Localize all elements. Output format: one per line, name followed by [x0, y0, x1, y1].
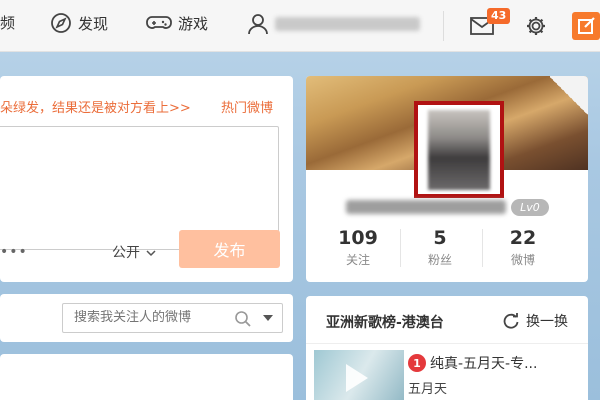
profile-username[interactable]: [346, 200, 506, 214]
music-chart-card: 亚洲新歌榜-港澳台 换一换 1 纯真-五月天-专... 五月天: [306, 296, 588, 400]
music-chart-title: 亚洲新歌榜-港澳台: [326, 315, 444, 331]
music-divider: [306, 343, 588, 344]
refresh-label: 换一换: [526, 314, 568, 330]
stat-following[interactable]: 109 关注: [321, 227, 395, 268]
compose-edit-button[interactable]: [572, 12, 600, 40]
refresh-button[interactable]: 换一换: [502, 311, 568, 331]
chevron-down-icon: [146, 250, 156, 257]
top-nav-bar: 频 发现 游戏 43: [0, 0, 600, 52]
stat-following-value: 109: [338, 227, 378, 249]
publish-button[interactable]: 发布: [179, 230, 280, 268]
level-badge[interactable]: Lv0: [511, 199, 549, 216]
stat-posts-value: 22: [509, 227, 537, 249]
user-icon: [248, 14, 268, 35]
gamepad-icon: [146, 16, 172, 29]
song-artist[interactable]: 五月天: [408, 378, 447, 397]
nav-home-label: 频: [0, 14, 16, 32]
feed-search-card: [0, 294, 293, 342]
search-input[interactable]: [74, 310, 224, 325]
feed-card: [0, 354, 293, 400]
stat-posts-label: 微博: [510, 253, 535, 267]
gear-icon[interactable]: [525, 15, 547, 37]
promo-headline-link[interactable]: 朵绿发，结果还是被对方看上>>: [0, 97, 191, 116]
visibility-label: 公开: [112, 245, 140, 261]
nav-divider: [443, 11, 444, 41]
stat-divider: [482, 229, 483, 267]
nav-discover-item[interactable]: 发现: [50, 12, 108, 34]
search-icon[interactable]: [234, 310, 252, 328]
compass-icon: [51, 13, 71, 33]
play-icon[interactable]: [346, 364, 368, 392]
caret-down-icon[interactable]: [263, 315, 273, 322]
nav-user-name: [275, 17, 420, 31]
nav-games-label: 游戏: [178, 14, 209, 33]
cover-fold-corner[interactable]: [550, 76, 588, 116]
song-title-link[interactable]: 纯真-五月天-专...: [430, 353, 537, 373]
stat-followers-value: 5: [433, 227, 447, 249]
song-rank-badge: 1: [408, 354, 426, 372]
post-composer-card: 朵绿发，结果还是被对方看上>> 热门微博 ••• 公开 发布: [0, 76, 293, 282]
nav-discover-label: 发现: [78, 14, 109, 33]
stat-posts[interactable]: 22 微博: [486, 227, 560, 268]
avatar[interactable]: [428, 110, 490, 190]
nav-home-item[interactable]: 频: [0, 12, 15, 33]
avatar-highlight-frame: [414, 101, 504, 198]
profile-card: Lv0 109 关注 5 粉丝 22 微博: [306, 76, 588, 282]
nav-user-item[interactable]: [247, 12, 420, 36]
hot-weibo-link[interactable]: 热门微博: [221, 97, 273, 116]
stat-divider: [400, 229, 401, 267]
edit-icon: [578, 17, 595, 34]
song-thumbnail[interactable]: [314, 350, 404, 400]
feed-search-box[interactable]: [62, 303, 283, 333]
message-count-badge: 43: [487, 8, 511, 24]
stat-followers[interactable]: 5 粉丝: [403, 227, 477, 268]
stat-following-label: 关注: [345, 253, 370, 267]
nav-games-item[interactable]: 游戏: [146, 12, 208, 34]
visibility-select[interactable]: 公开: [112, 242, 156, 262]
refresh-icon: [503, 313, 519, 329]
more-options-icon[interactable]: •••: [0, 244, 28, 260]
stat-followers-label: 粉丝: [427, 253, 452, 267]
